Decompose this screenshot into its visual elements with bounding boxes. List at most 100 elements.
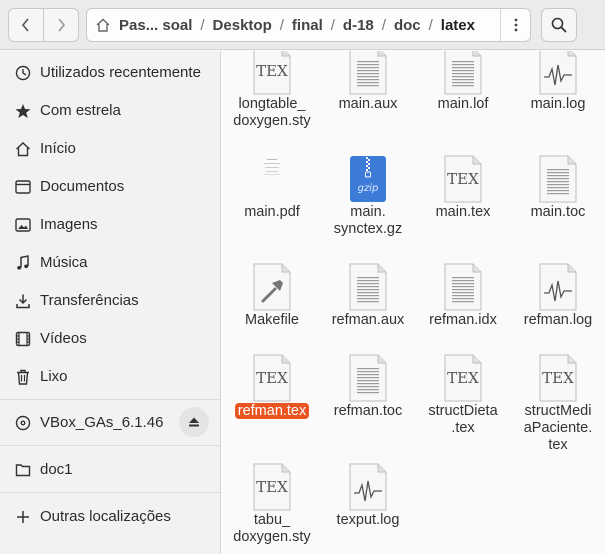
sidebar-item-documents[interactable]: Documentos — [0, 169, 220, 203]
sidebar-item-label: Início — [40, 139, 76, 157]
file-icon: TEX — [253, 51, 291, 95]
sidebar-item-label: Lixo — [40, 367, 68, 385]
file-name-line: refman.idx — [429, 312, 497, 328]
file-name-line: structDieta — [428, 403, 498, 419]
file-icon: TEX — [253, 463, 291, 511]
sidebar-item-label: Imagens — [40, 215, 98, 233]
forward-button[interactable] — [43, 9, 78, 41]
file-name: structDieta .tex — [415, 403, 511, 437]
trash-icon — [14, 368, 32, 386]
breadcrumb-separator: / — [428, 16, 433, 34]
file-name-line: doxygen.sty — [233, 113, 311, 129]
text-file-icon — [539, 155, 577, 203]
file-icon: TEX — [444, 155, 482, 203]
vertical-dots-icon — [514, 18, 517, 32]
tex-logo: TEX — [256, 478, 288, 496]
file-icon — [539, 155, 577, 203]
tex-logo: TEX — [256, 369, 288, 387]
file-name-line: texput.log — [336, 512, 400, 528]
file-name: main.pdf — [224, 204, 320, 221]
sidebar-divider — [0, 399, 220, 400]
download-icon — [14, 292, 32, 310]
file-icon — [539, 263, 577, 311]
file-name-line: main.log — [530, 96, 586, 112]
text-file-icon — [349, 263, 387, 311]
path-menu-button[interactable] — [500, 9, 530, 41]
sidebar-item-other-locations[interactable]: Outras localizações — [0, 499, 220, 533]
sidebar-item-trash[interactable]: Lixo — [0, 359, 220, 393]
breadcrumb-separator: / — [381, 16, 386, 34]
file-icon — [444, 263, 482, 311]
clock-icon — [14, 64, 32, 82]
tex-logo: TEX — [256, 62, 288, 80]
log-file-icon — [349, 463, 387, 511]
tex-file-icon: TEX — [253, 354, 291, 402]
log-file-icon — [539, 263, 577, 311]
file-icon: TEX — [539, 354, 577, 402]
breadcrumb-home[interactable] — [87, 17, 115, 33]
sidebar-item-label: Transferências — [40, 291, 139, 309]
breadcrumb-item[interactable]: final — [288, 17, 327, 34]
image-icon — [14, 216, 32, 234]
tex-logo: TEX — [542, 369, 574, 387]
sidebar-item-videos[interactable]: Vídeos — [0, 321, 220, 355]
search-icon — [551, 17, 567, 33]
back-button[interactable] — [9, 9, 43, 41]
eject-icon — [189, 417, 199, 427]
file-name: main.toc — [510, 204, 605, 221]
sidebar-item-doc1[interactable]: doc1 — [0, 452, 220, 486]
file-grid: TEX longtable_ doxygen.sty main.aux main.lof… — [222, 51, 605, 554]
sidebar-item-label: Documentos — [40, 177, 125, 195]
sidebar-item-label: Utilizados recentemente — [40, 63, 201, 81]
sidebar-item-home[interactable]: Início — [0, 131, 220, 165]
sidebar-item-downloads[interactable]: Transferências — [0, 283, 220, 317]
file-name-line: main.tex — [435, 204, 491, 220]
tex-file-icon: TEX — [539, 354, 577, 402]
file-name: refman.idx — [415, 312, 511, 329]
eject-button[interactable] — [179, 407, 209, 437]
file-name-line: main.aux — [338, 96, 398, 112]
star-icon — [14, 102, 32, 120]
sidebar-item-label: VBox_GAs_6.1.46 — [40, 413, 164, 431]
breadcrumb-item[interactable]: Pas... soal — [115, 17, 196, 34]
file-name-line: structMedi — [524, 403, 592, 419]
file-name: main.aux — [320, 96, 416, 113]
file-icon — [253, 263, 291, 311]
file-name-line: main.toc — [530, 204, 586, 220]
file-icon — [539, 51, 577, 95]
file-name: main.lof — [415, 96, 511, 113]
tex-logo: TEX — [447, 170, 479, 188]
file-icon — [444, 51, 482, 95]
file-name: refman.toc — [320, 403, 416, 420]
breadcrumb-current[interactable]: latex — [437, 17, 479, 34]
tex-logo: TEX — [447, 369, 479, 387]
folder-icon — [14, 461, 32, 479]
breadcrumb-item[interactable]: Desktop — [209, 17, 276, 34]
file-name: main. synctex.gz — [320, 204, 416, 238]
tex-file-icon: TEX — [253, 51, 291, 95]
sidebar-item-label: Vídeos — [40, 329, 87, 347]
sidebar-item-label: Com estrela — [40, 101, 121, 119]
file-name: refman.aux — [320, 312, 416, 329]
sidebar-item-music[interactable]: Música — [0, 245, 220, 279]
file-name-line: Makefile — [245, 312, 299, 328]
sidebar-item-pictures[interactable]: Imagens — [0, 207, 220, 241]
breadcrumb-item[interactable]: d-18 — [339, 17, 378, 34]
search-button[interactable] — [541, 8, 577, 42]
file-name-line: refman.aux — [331, 312, 405, 328]
gzip-archive-icon: gzip — [349, 155, 387, 203]
sidebar-item-starred[interactable]: Com estrela — [0, 93, 220, 127]
breadcrumb-item[interactable]: doc — [390, 17, 425, 34]
text-file-icon — [349, 51, 387, 95]
sidebar-item-vbox[interactable]: VBox_GAs_6.1.46 — [0, 405, 220, 439]
file-name-line: refman.log — [523, 312, 593, 328]
sidebar-divider — [0, 445, 220, 446]
file-manager-window: Pas... soal / Desktop / final / d-18 / d… — [0, 0, 605, 554]
file-name-line: main.pdf — [244, 204, 300, 220]
document-icon — [14, 178, 32, 196]
file-name: longtable_ doxygen.sty — [224, 96, 320, 130]
file-name-line: tex — [548, 437, 568, 453]
file-icon — [253, 155, 291, 203]
sidebar-item-label: Outras localizações — [40, 507, 171, 525]
sidebar-item-recent[interactable]: Utilizados recentemente — [0, 55, 220, 89]
